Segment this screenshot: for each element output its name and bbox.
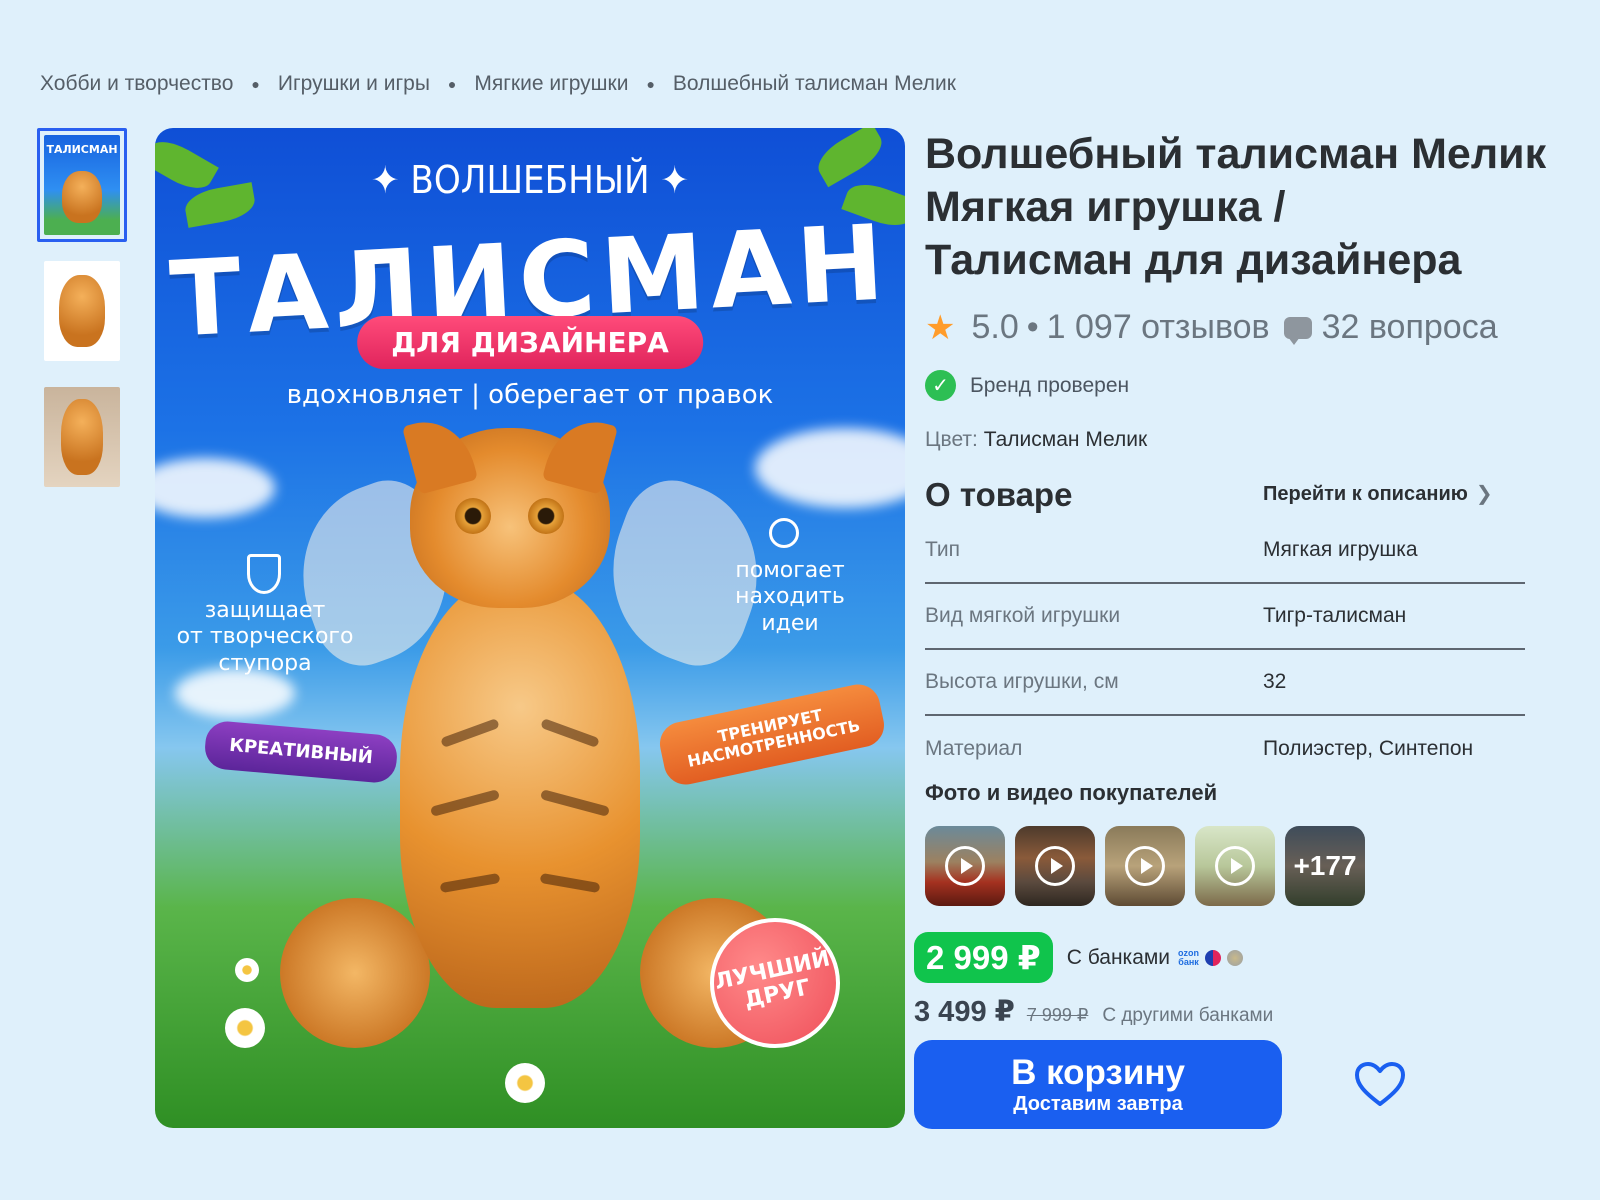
thumbnail-title: ТАЛИСМАН	[46, 143, 118, 156]
color-row: Цвет: Талисман Мелик	[925, 428, 1147, 452]
spec-row: Тип Мягкая игрушка	[925, 518, 1525, 584]
add-to-cart-button[interactable]: В корзину Доставим завтра	[914, 1040, 1282, 1129]
customer-video-4[interactable]	[1195, 826, 1275, 906]
thumbnail-list: ТАЛИСМАН	[37, 128, 127, 506]
customer-video-1[interactable]	[925, 826, 1005, 906]
spec-key: Высота игрушки, см	[925, 670, 1119, 693]
hero-left-label: защищает от творческого ступора	[176, 598, 354, 676]
hero-tag-observation: ТРЕНИРУЕТ НАСМОТРЕННОСТЬ	[655, 680, 888, 789]
specs-table: Тип Мягкая игрушка Вид мягкой игрушки Ти…	[925, 518, 1525, 782]
thumbnail-1[interactable]: ТАЛИСМАН	[37, 128, 127, 242]
bank-logo	[1227, 949, 1244, 966]
breadcrumb-separator: ●	[251, 76, 260, 92]
price-bank-label: С банками	[1066, 945, 1171, 969]
product-title-line: Волшебный талисман Мелик	[925, 130, 1547, 178]
color-label: Цвет:	[925, 428, 978, 451]
price-other-banks: 3 499 ₽	[914, 996, 1015, 1028]
breadcrumb-item-toys[interactable]: Игрушки и игры	[278, 72, 430, 96]
check-circle-icon: ✓	[925, 370, 956, 401]
chevron-right-icon: ❯	[1475, 483, 1493, 505]
breadcrumb-separator: ●	[646, 76, 655, 92]
spec-row: Материал Полиэстер, Синтепон	[925, 716, 1525, 782]
spec-key: Материал	[925, 737, 1023, 760]
customer-video-3[interactable]	[1105, 826, 1185, 906]
brand-verified[interactable]: ✓ Бренд проверен	[925, 370, 1129, 401]
customer-photos: +177	[925, 826, 1375, 906]
thumbnail-image	[44, 261, 120, 361]
spec-value: Полиэстер, Синтепон	[1263, 737, 1474, 760]
spec-value: 32	[1263, 670, 1287, 693]
bank-logo	[1205, 949, 1222, 966]
spec-key: Вид мягкой игрушки	[925, 604, 1121, 627]
ozon-bank-logo: ozon банк	[1178, 947, 1200, 967]
product-title-line: Талисман для дизайнера	[925, 236, 1462, 284]
product-title-line: Мягкая игрушка /	[925, 183, 1286, 231]
customer-photos-more[interactable]: +177	[1285, 826, 1365, 906]
thumbnail-3[interactable]	[37, 380, 127, 494]
delivery-label: Доставим завтра	[1013, 1092, 1183, 1115]
hero-pill: ДЛЯ ДИЗАЙНЕРА	[357, 316, 703, 369]
hero-tagline: вдохновляет | оберегает от правок	[286, 380, 774, 410]
customer-photos-heading: Фото и видео покупателей	[925, 780, 1218, 805]
spec-row: Вид мягкой игрушки Тигр-талисман	[925, 584, 1525, 650]
go-to-description-link[interactable]: Перейти к описанию ❯	[1263, 481, 1493, 506]
customer-video-2[interactable]	[1015, 826, 1095, 906]
heart-icon[interactable]	[1354, 1061, 1406, 1107]
star-icon: ★	[925, 308, 956, 347]
spec-value: Мягкая игрушка	[1263, 538, 1418, 561]
reviews-link[interactable]: 1 097 отзывов	[1047, 308, 1270, 347]
spec-row: Высота игрушки, см 32	[925, 650, 1525, 716]
bank-logos: ozon банк	[1178, 947, 1249, 967]
dot-separator: •	[1026, 308, 1039, 346]
play-icon	[1125, 846, 1165, 886]
product-title: Волшебный талисман Мелик Мягкая игрушка …	[925, 128, 1565, 287]
thumbnail-image: ТАЛИСМАН	[44, 135, 120, 235]
price-with-bank: 2 999 ₽	[914, 932, 1053, 983]
add-to-cart-label: В корзину	[1011, 1052, 1185, 1092]
thumbnail-image	[44, 387, 120, 487]
about-heading: О товаре	[925, 476, 1073, 513]
price-row-other: 3 499 ₽ 7 999 ₽ С другими банками	[914, 994, 1273, 1029]
shield-check-icon	[247, 554, 281, 594]
price-row: 2 999 ₽ С банками ozon банк	[914, 932, 1249, 983]
breadcrumb: Хобби и творчество ● Игрушки и игры ● Мя…	[40, 72, 956, 96]
spec-value: Тигр-талисман	[1263, 604, 1407, 627]
more-count: +177	[1285, 826, 1365, 906]
price-other-label: С другими банками	[1102, 1005, 1274, 1026]
search-icon	[769, 518, 799, 548]
spec-key: Тип	[925, 538, 961, 561]
rating-row: ★ 5.0 • 1 097 отзывов 32 вопроса	[925, 308, 1498, 347]
breadcrumb-item-soft-toys[interactable]: Мягкие игрушки	[474, 72, 628, 96]
breadcrumb-item-hobby[interactable]: Хобби и творчество	[40, 72, 233, 96]
hero-right-label: помогает находить идеи	[735, 558, 845, 636]
brand-verified-label: Бренд проверен	[970, 373, 1130, 397]
play-icon	[1215, 846, 1255, 886]
questions-link[interactable]: 32 вопроса	[1322, 308, 1498, 347]
question-bubble-icon	[1283, 316, 1312, 345]
play-icon	[1035, 846, 1075, 886]
hero-top-text: ✦ ВОЛШЕБНЫЙ ✦	[370, 158, 690, 202]
thumbnail-2[interactable]	[37, 254, 127, 368]
go-to-description-label: Перейти к описанию	[1263, 483, 1468, 505]
rating-value: 5.0	[971, 308, 1019, 346]
color-value: Талисман Мелик	[983, 428, 1148, 451]
play-icon	[945, 846, 985, 886]
breadcrumb-item-current[interactable]: Волшебный талисман Мелик	[673, 72, 956, 96]
tiger-mascot	[275, 411, 790, 1068]
price-old: 7 999 ₽	[1026, 1005, 1089, 1025]
breadcrumb-separator: ●	[447, 76, 457, 92]
product-main-image[interactable]: ✦ ВОЛШЕБНЫЙ ✦ ТАЛИСМАН ДЛЯ ДИЗАЙНЕРА вдо…	[155, 128, 905, 1128]
